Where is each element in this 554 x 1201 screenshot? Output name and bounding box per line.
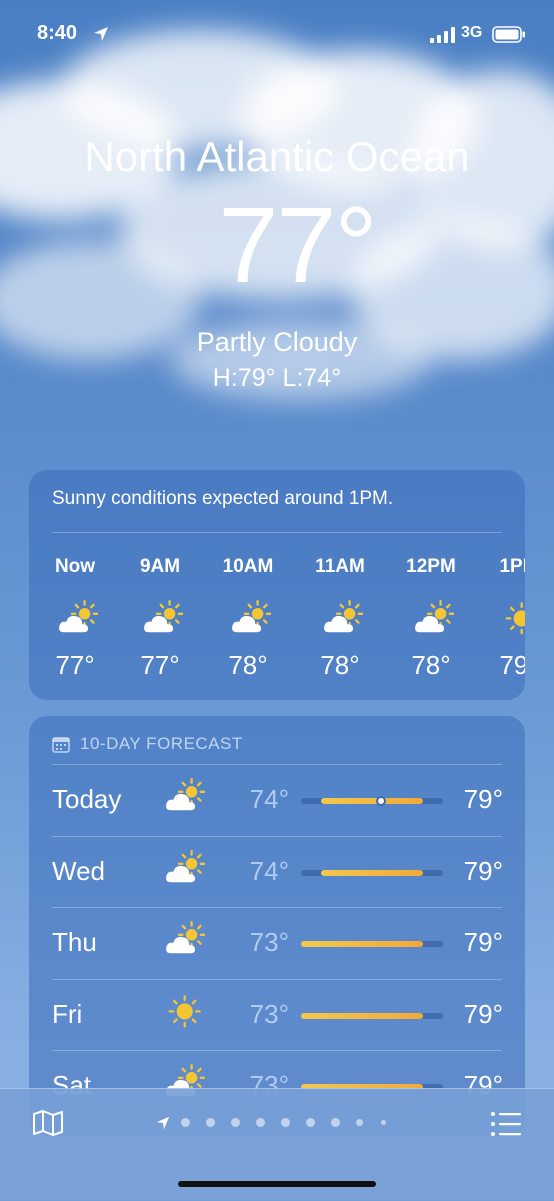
battery-icon (492, 26, 525, 43)
forecast-low: 74° (249, 855, 289, 886)
current-condition: Partly Cloudy (196, 327, 358, 357)
page-dot[interactable] (356, 1119, 363, 1126)
hourly-summary: Sunny conditions expected around 1PM. (52, 488, 394, 509)
temperature-range-bar (301, 941, 443, 947)
partly-cloudy-day-icon (166, 778, 206, 811)
high-low: H:79° L:74° (212, 364, 342, 392)
forecast-day: Thu (52, 927, 97, 957)
temperature-range-fill (301, 941, 424, 947)
hour-label: Now (54, 556, 96, 577)
page-dot[interactable] (206, 1118, 215, 1127)
temperature-range-bar (301, 1012, 443, 1019)
status-time: 8:40 (37, 22, 78, 44)
temperature-range-fill (320, 869, 424, 876)
hourly-forecast-card[interactable]: Sunny conditions expected around 1PM. No… (29, 470, 525, 700)
temperature-range-fill (320, 798, 424, 804)
sun-icon (168, 994, 201, 1027)
location-name: North Atlantic Ocean (84, 133, 470, 180)
partly-cloudy-day-icon (232, 600, 272, 633)
hour-label: 11AM (315, 556, 365, 577)
ten-day-forecast-card[interactable]: 10-DAY FORECAST Today 74° 79° Wed 74° 79° Thu 7… (29, 716, 525, 1136)
forecast-day: Wed (52, 855, 105, 886)
hour-temp: 79° (499, 650, 525, 680)
forecast-high: 79° (463, 927, 503, 957)
hour-temp: 77° (55, 650, 95, 680)
hour-label: 12PM (406, 556, 456, 577)
partly-cloudy-day-icon (144, 600, 184, 633)
forecast-high: 79° (463, 855, 503, 886)
page-dot[interactable] (331, 1118, 340, 1127)
current-location-icon (156, 1116, 170, 1130)
temperature-range-fill (301, 1012, 424, 1019)
forecast-low: 73° (249, 927, 289, 957)
sun-icon (505, 602, 525, 635)
page-dot[interactable] (281, 1118, 290, 1127)
forecast-day: Today (52, 784, 122, 814)
partly-cloudy-day-icon (324, 600, 364, 633)
page-dot[interactable] (231, 1118, 240, 1127)
partly-cloudy-day-icon (166, 921, 206, 954)
forecast-row[interactable]: Wed 74° 79° (29, 836, 525, 907)
forecast-row[interactable]: Thu 73° 79° (29, 907, 525, 978)
temperature-range-bar (301, 796, 443, 806)
forecast-day: Fri (52, 998, 83, 1029)
status-bar: 8:40 3G (0, 22, 554, 48)
network-type: 3G (461, 24, 483, 41)
map-icon[interactable] (32, 1109, 64, 1137)
forecast-high: 79° (463, 998, 503, 1029)
page-dot[interactable] (181, 1118, 190, 1127)
signal-icon (430, 27, 455, 43)
hour-label: 10AM (222, 556, 274, 577)
forecast-header: 10-DAY FORECAST (80, 734, 243, 753)
calendar-icon (52, 737, 70, 753)
divider (52, 532, 502, 533)
partly-cloudy-day-icon (166, 849, 206, 882)
current-temperature: 77° (218, 184, 377, 305)
page-dot[interactable] (256, 1118, 265, 1127)
hour-temp: 78° (228, 650, 268, 680)
home-indicator (178, 1181, 376, 1187)
list-icon[interactable] (490, 1111, 522, 1137)
hour-temp: 77° (140, 650, 180, 680)
hour-label: 9AM (139, 556, 181, 577)
current-temp-dot (375, 796, 386, 806)
partly-cloudy-day-icon (59, 600, 99, 633)
page-dot[interactable] (306, 1118, 315, 1127)
hour-temp: 78° (320, 650, 360, 680)
forecast-row[interactable]: Fri 73° 79° (29, 979, 525, 1050)
forecast-low: 73° (249, 998, 289, 1029)
page-dot[interactable] (381, 1120, 386, 1125)
hour-label: 1PM (499, 556, 525, 577)
location-arrow-icon (94, 27, 108, 41)
partly-cloudy-day-icon (415, 600, 455, 633)
forecast-row[interactable]: Today 74° 79° (29, 764, 525, 835)
hour-temp: 78° (411, 650, 451, 680)
forecast-high: 79° (463, 784, 503, 814)
forecast-low: 74° (249, 784, 289, 814)
temperature-range-bar (301, 869, 443, 876)
